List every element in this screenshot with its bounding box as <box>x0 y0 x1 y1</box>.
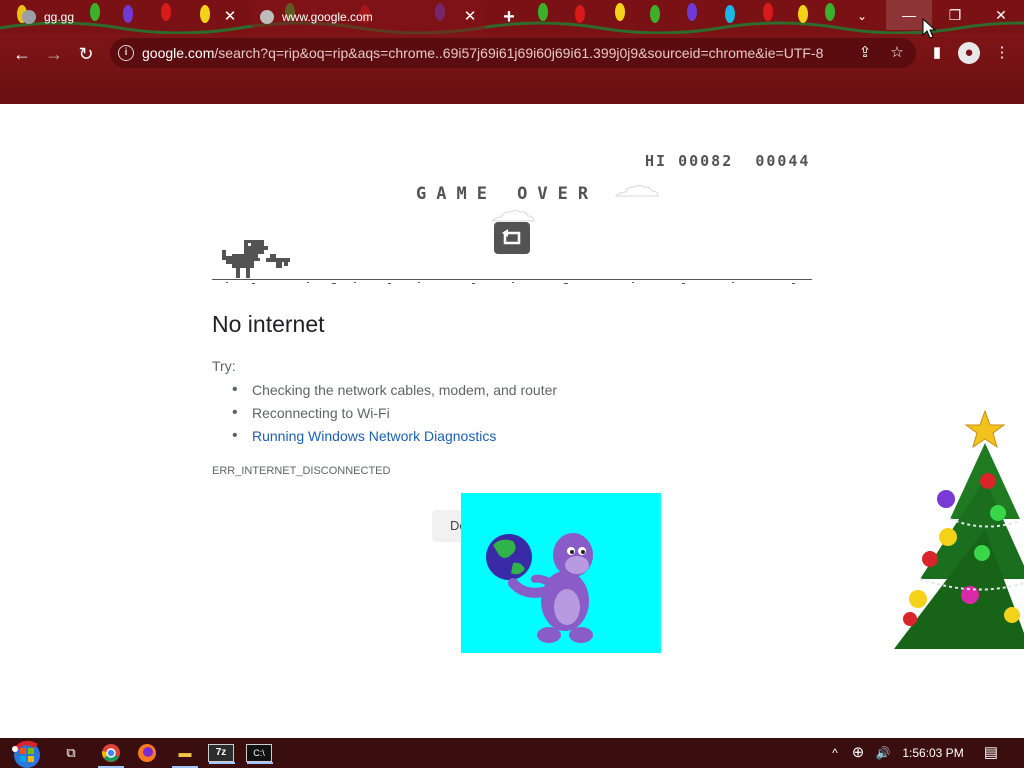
screen: gg.gg ✕ www.google.com ✕ + ⌄ — ❐ ✕ ← → ↻… <box>0 0 1024 768</box>
taskbar-firefox[interactable] <box>134 741 160 765</box>
firefox-icon <box>138 744 156 762</box>
network-icon[interactable]: ⊕ <box>848 738 868 768</box>
browser-toolbar: ← → ↻ i google.com/search?q=rip&oq=rip&a… <box>0 34 1024 104</box>
restart-button[interactable] <box>494 222 530 254</box>
network-diagnostics-link[interactable]: Running Windows Network Diagnostics <box>232 426 557 449</box>
taskbar: ⧉ ▬ 7z C:\ ^ ⊕ 🔊 1:56:03 PM ▤ <box>0 738 1024 768</box>
score-display: HI 00082 00044 <box>645 152 810 170</box>
cloud-icon <box>490 210 535 222</box>
dino-icon <box>222 240 290 278</box>
current-score: 00044 <box>755 152 811 170</box>
page-content: HI 00082 00044 GAME OVER No internet Try… <box>0 104 1024 738</box>
back-button[interactable]: ← <box>8 40 36 68</box>
taskbar-7zip[interactable]: 7z <box>208 744 235 764</box>
share-icon[interactable]: ⇪ <box>854 42 876 64</box>
new-tab-button[interactable]: + <box>498 6 520 28</box>
chrome-icon <box>101 744 120 762</box>
error-code: ERR_INTERNET_DISCONNECTED <box>212 465 391 477</box>
forward-button[interactable]: → <box>40 40 68 68</box>
taskbar-chrome[interactable] <box>98 741 124 768</box>
reload-button[interactable]: ↻ <box>72 40 100 68</box>
taskbar-command-prompt[interactable]: C:\ <box>246 744 273 764</box>
task-view-button[interactable]: ⧉ <box>58 741 84 765</box>
close-window-button[interactable]: ✕ <box>978 0 1024 30</box>
start-button[interactable] <box>8 738 46 768</box>
suggestion-item: Checking the network cables, modem, and … <box>232 380 557 403</box>
tab-strip: gg.gg ✕ www.google.com ✕ + ⌄ — ❐ ✕ <box>0 0 1024 34</box>
suggestion-item: Reconnecting to Wi-Fi <box>232 403 557 426</box>
profile-avatar-icon[interactable]: ● <box>958 42 980 64</box>
tab-google[interactable]: www.google.com ✕ <box>252 0 486 34</box>
close-tab-icon[interactable]: ✕ <box>462 9 478 25</box>
purple-gorilla-with-globe-icon <box>486 533 593 643</box>
bookmark-star-icon[interactable]: ☆ <box>886 42 908 64</box>
chrome-menu-icon[interactable]: ⋮ <box>991 42 1013 64</box>
bonzi-buddy-overlay[interactable] <box>461 493 661 653</box>
hi-label: HI <box>645 152 668 170</box>
christmas-tree-icon <box>894 409 1024 649</box>
suggestion-list: Checking the network cables, modem, and … <box>232 380 557 449</box>
url-path: /search?q=rip&oq=rip&aqs=chrome..69i57j6… <box>214 45 824 61</box>
tab-title: www.google.com <box>282 10 373 24</box>
tab-search-button[interactable]: ⌄ <box>850 4 874 28</box>
error-heading: No internet <box>212 311 325 337</box>
clock[interactable]: 1:56:03 PM <box>900 738 966 768</box>
tab-title: gg.gg <box>44 10 75 24</box>
site-info-icon[interactable]: i <box>118 45 134 61</box>
url-host: google.com <box>142 45 215 61</box>
restore-button[interactable]: ❐ <box>932 0 978 30</box>
hi-score: 00082 <box>678 152 734 170</box>
cloud-icon <box>614 185 659 197</box>
game-over-text: GAME OVER <box>416 184 599 204</box>
restart-icon <box>502 229 521 245</box>
volume-icon[interactable]: 🔊 <box>872 738 894 768</box>
close-tab-icon[interactable]: ✕ <box>222 9 238 25</box>
notifications-icon[interactable]: ▤ <box>978 738 1004 768</box>
url-text[interactable]: google.com/search?q=rip&oq=rip&aqs=chrom… <box>142 45 842 61</box>
side-panel-icon[interactable]: ▮ <box>926 42 948 64</box>
mouse-cursor-icon <box>922 18 936 39</box>
show-hidden-icons-button[interactable]: ^ <box>826 738 844 768</box>
ground-texture <box>226 282 795 284</box>
taskbar-file-explorer[interactable]: ▬ <box>172 741 198 768</box>
try-label: Try: <box>212 358 236 374</box>
globe-icon <box>260 10 274 24</box>
globe-icon <box>22 10 36 24</box>
tab-gg-gg[interactable]: gg.gg ✕ <box>14 0 246 34</box>
address-bar[interactable]: i google.com/search?q=rip&oq=rip&aqs=chr… <box>110 38 916 68</box>
